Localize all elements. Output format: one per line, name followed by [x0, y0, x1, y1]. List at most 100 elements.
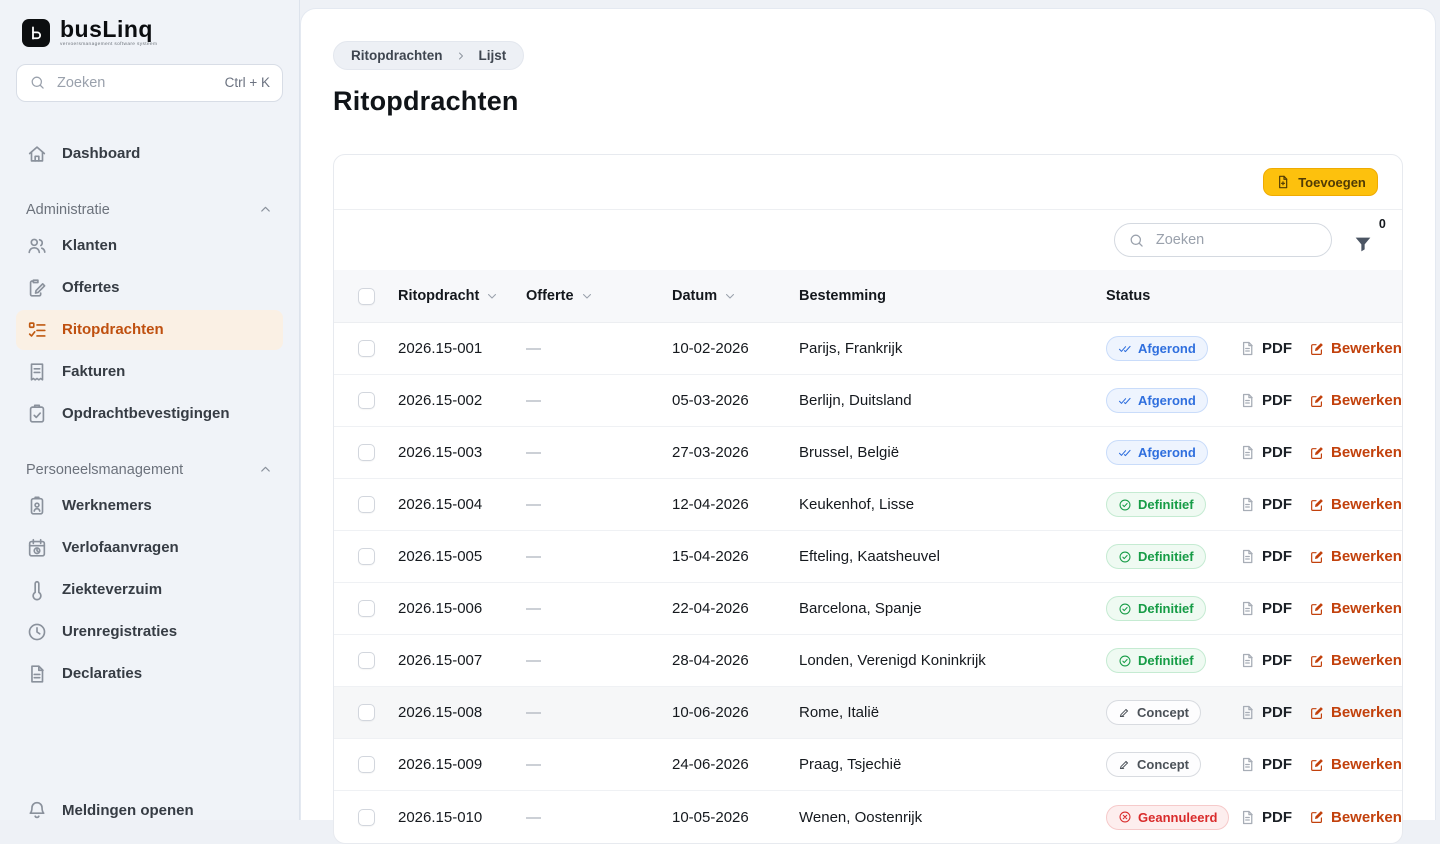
filter-button[interactable]: 0: [1352, 225, 1378, 255]
status-badge: Definitief: [1106, 648, 1206, 673]
pdf-button[interactable]: PDF: [1239, 548, 1292, 565]
section-personeelsmanagement[interactable]: Personeelsmanagement: [26, 462, 273, 478]
row-checkbox[interactable]: [358, 809, 375, 826]
row-checkbox[interactable]: [358, 444, 375, 461]
pdf-button[interactable]: PDF: [1239, 809, 1292, 826]
sidebar-item-declaraties[interactable]: Declaraties: [16, 654, 283, 694]
sidebar-item-opdrachtbevestigingen[interactable]: Opdrachtbevestigingen: [16, 394, 283, 434]
bewerken-button[interactable]: Bewerken: [1309, 340, 1402, 357]
offerte-value: —: [526, 756, 672, 773]
bewerken-button[interactable]: Bewerken: [1309, 704, 1402, 721]
sidebar-item-offertes[interactable]: Offertes: [16, 268, 283, 308]
pdf-button[interactable]: PDF: [1239, 340, 1292, 357]
column-header-offerte[interactable]: Offerte: [526, 288, 672, 304]
bewerken-button[interactable]: Bewerken: [1309, 756, 1402, 773]
sidebar-item-meldingen-openen[interactable]: Meldingen openen: [16, 790, 283, 830]
sidebar-search-input[interactable]: [55, 74, 216, 92]
edit-pencil-square-icon: [1309, 549, 1325, 565]
status-badge: Definitief: [1106, 596, 1206, 621]
home-icon: [26, 143, 48, 165]
edit-pencil-square-icon: [1309, 601, 1325, 617]
column-header-datum[interactable]: Datum: [672, 288, 799, 304]
chevron-up-icon: [258, 462, 273, 477]
sidebar-item-werknemers[interactable]: Werknemers: [16, 486, 283, 526]
table-search-input[interactable]: [1154, 231, 1318, 249]
sidebar-item-klanten[interactable]: Klanten: [16, 226, 283, 266]
pdf-button[interactable]: PDF: [1239, 652, 1292, 669]
chevron-down-icon[interactable]: [485, 289, 499, 303]
row-checkbox[interactable]: [358, 340, 375, 357]
status-badge: Concept: [1106, 700, 1201, 725]
section-label: Personeelsmanagement: [26, 462, 183, 478]
bewerken-button[interactable]: Bewerken: [1309, 444, 1402, 461]
edit-pencil-square-icon: [1309, 341, 1325, 357]
pdf-button[interactable]: PDF: [1239, 496, 1292, 513]
chevron-down-icon[interactable]: [723, 289, 737, 303]
bestemming-value: Praag, Tsjechië: [799, 756, 1106, 773]
bewerken-label: Bewerken: [1331, 340, 1402, 357]
sidebar-item-verlofaanvragen[interactable]: Verlofaanvragen: [16, 528, 283, 568]
row-checkbox[interactable]: [358, 652, 375, 669]
bewerken-button[interactable]: Bewerken: [1309, 392, 1402, 409]
content-card: Ritopdrachten Lijst Ritopdrachten Toevoe…: [300, 8, 1436, 820]
table-header-row: Ritopdracht Offerte Datum Bestemming Sta…: [334, 270, 1402, 323]
bewerken-button[interactable]: Bewerken: [1309, 809, 1402, 826]
datum-value: 10-06-2026: [672, 704, 799, 721]
status-label: Afgerond: [1138, 445, 1196, 460]
row-checkbox[interactable]: [358, 392, 375, 409]
funnel-icon: [1352, 233, 1374, 255]
table-search[interactable]: [1114, 223, 1332, 257]
check-circle-icon: [1118, 498, 1132, 512]
column-header-ritopdracht[interactable]: Ritopdracht: [398, 288, 526, 304]
bewerken-button[interactable]: Bewerken: [1309, 496, 1402, 513]
status-label: Afgerond: [1138, 341, 1196, 356]
file-icon: [1239, 704, 1256, 721]
row-checkbox[interactable]: [358, 756, 375, 773]
bewerken-button[interactable]: Bewerken: [1309, 600, 1402, 617]
sidebar-item-ziekteverzuim[interactable]: Ziekteverzuim: [16, 570, 283, 610]
pdf-button[interactable]: PDF: [1239, 600, 1292, 617]
row-checkbox[interactable]: [358, 548, 375, 565]
sidebar-search[interactable]: Ctrl + K: [16, 64, 283, 102]
status-badge: Definitief: [1106, 544, 1206, 569]
status-label: Concept: [1137, 705, 1189, 720]
pdf-label: PDF: [1262, 496, 1292, 513]
sidebar-item-dashboard[interactable]: Dashboard: [16, 134, 283, 174]
bewerken-button[interactable]: Bewerken: [1309, 652, 1402, 669]
pdf-button[interactable]: PDF: [1239, 756, 1292, 773]
bewerken-label: Bewerken: [1331, 548, 1402, 565]
breadcrumb: Ritopdrachten Lijst: [333, 41, 524, 70]
file-icon: [1239, 600, 1256, 617]
chevron-up-icon: [258, 202, 273, 217]
sidebar-item-label: Urenregistraties: [62, 623, 177, 640]
pdf-button[interactable]: PDF: [1239, 444, 1292, 461]
breadcrumb-ritopdrachten[interactable]: Ritopdrachten: [351, 48, 443, 63]
chevron-down-icon[interactable]: [580, 289, 594, 303]
pdf-button[interactable]: PDF: [1239, 704, 1292, 721]
add-button[interactable]: Toevoegen: [1263, 168, 1378, 196]
brand-tagline: vervoersmanagement software systeem: [60, 43, 157, 48]
row-checkbox[interactable]: [358, 496, 375, 513]
filter-count-badge: 0: [1379, 217, 1386, 231]
sidebar-item-label: Klanten: [62, 237, 117, 254]
ritopdracht-id: 2026.15-005: [398, 548, 526, 565]
sidebar-item-label: Ziekteverzuim: [62, 581, 162, 598]
bestemming-value: Barcelona, Spanje: [799, 600, 1106, 617]
pencil-icon: [1118, 758, 1131, 771]
select-all-checkbox[interactable]: [358, 288, 375, 305]
check-circle-icon: [1118, 602, 1132, 616]
brand-logo[interactable]: busLinq vervoersmanagement software syst…: [16, 0, 283, 52]
status-label: Afgerond: [1138, 393, 1196, 408]
pdf-button[interactable]: PDF: [1239, 392, 1292, 409]
sidebar-item-urenregistraties[interactable]: Urenregistraties: [16, 612, 283, 652]
table-row: 2026.15-003 — 27-03-2026 Brussel, België…: [334, 427, 1402, 479]
sidebar-item-ritopdrachten[interactable]: Ritopdrachten: [16, 310, 283, 350]
row-checkbox[interactable]: [358, 600, 375, 617]
bestemming-value: Londen, Verenigd Koninkrijk: [799, 652, 1106, 669]
sidebar-item-fakturen[interactable]: Fakturen: [16, 352, 283, 392]
section-administratie[interactable]: Administratie: [26, 202, 273, 218]
bewerken-button[interactable]: Bewerken: [1309, 548, 1402, 565]
datum-value: 24-06-2026: [672, 756, 799, 773]
row-checkbox[interactable]: [358, 704, 375, 721]
breadcrumb-lijst[interactable]: Lijst: [479, 48, 507, 63]
